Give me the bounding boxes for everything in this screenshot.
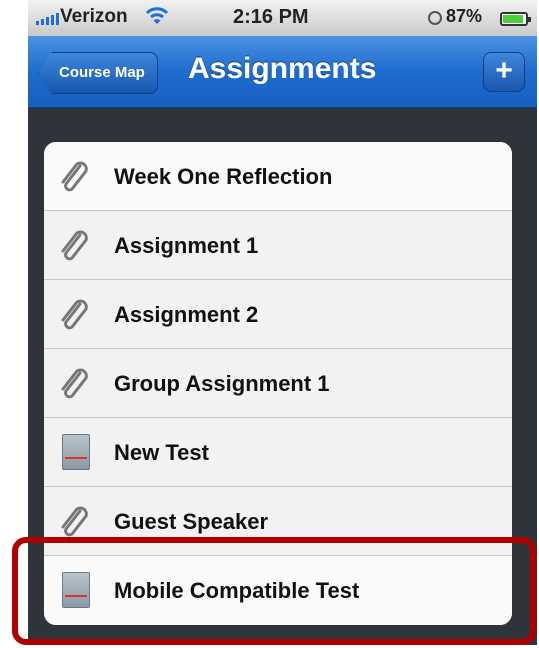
paperclip-icon	[61, 161, 88, 192]
list-item[interactable]: Week One Reflection	[44, 142, 512, 211]
list-item[interactable]: Guest Speaker	[44, 487, 512, 556]
paperclip-icon	[61, 230, 88, 261]
item-label: Group Assignment 1	[114, 371, 330, 396]
paperclip-icon	[61, 506, 88, 537]
add-button[interactable]: +	[483, 52, 525, 92]
item-label: Week One Reflection	[114, 164, 333, 189]
test-document-icon	[62, 572, 90, 608]
status-bar: Verizon 2:16 PM 87%	[28, 0, 537, 36]
test-document-icon	[62, 434, 90, 470]
list-item[interactable]: Assignment 1	[44, 211, 512, 280]
item-label: Assignment 2	[114, 302, 259, 327]
paperclip-icon	[61, 368, 88, 399]
orientation-lock-icon	[428, 11, 442, 25]
list-item[interactable]: Mobile Compatible Test	[44, 556, 512, 625]
item-label: Mobile Compatible Test	[114, 578, 360, 603]
item-label: Guest Speaker	[114, 509, 269, 534]
item-label: Assignment 1	[114, 233, 259, 258]
page-title: Assignments	[188, 52, 377, 85]
assignments-list: Week One Reflection Assignment 1 Assignm…	[44, 142, 512, 625]
battery-icon	[500, 12, 531, 26]
list-item[interactable]: Group Assignment 1	[44, 349, 512, 418]
paperclip-icon	[61, 299, 88, 330]
back-button[interactable]: Course Map	[38, 52, 158, 94]
navigation-bar: Course Map Assignments +	[28, 36, 537, 108]
item-label: New Test	[114, 440, 209, 465]
signal-bars-icon	[36, 11, 59, 25]
status-time: 2:16 PM	[233, 6, 309, 28]
phone-screen: Verizon 2:16 PM 87% Course Map Assignmen…	[28, 0, 537, 645]
carrier-name: Verizon	[60, 6, 128, 27]
list-item[interactable]: New Test	[44, 418, 512, 487]
wifi-icon	[145, 7, 169, 24]
list-item[interactable]: Assignment 2	[44, 280, 512, 349]
battery-percent: 87%	[446, 6, 483, 26]
